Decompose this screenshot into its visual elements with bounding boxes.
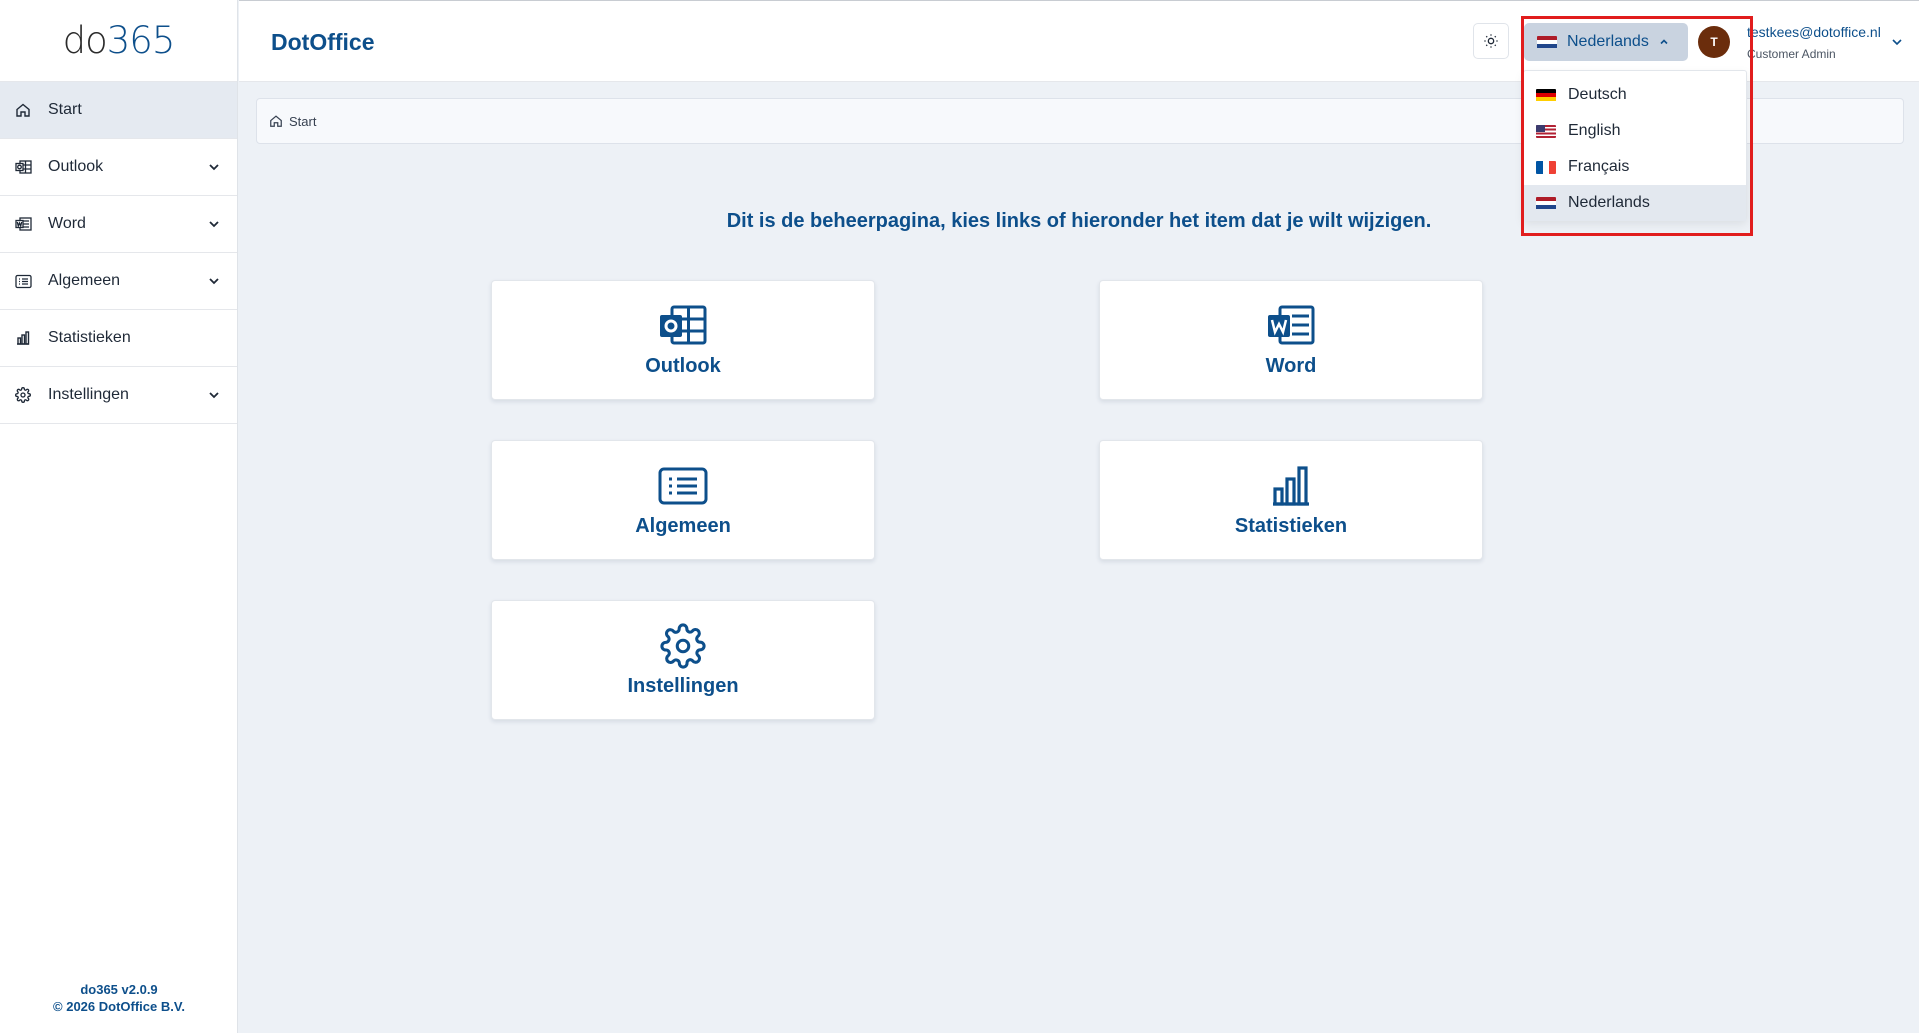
outlook-icon <box>14 158 32 176</box>
chevron-down-icon <box>209 392 219 399</box>
sidebar: do 365 Start Outlook Word Algemeen Statis… <box>0 0 238 1033</box>
theme-toggle-button[interactable] <box>1473 23 1509 59</box>
sidebar-item-label: Start <box>48 101 82 118</box>
tile-statistieken[interactable]: Statistieken <box>1099 440 1483 560</box>
sun-icon <box>1484 34 1498 48</box>
bar-chart-icon <box>14 329 32 347</box>
user-email[interactable]: testkees@dotoffice.nl <box>1747 24 1881 40</box>
user-role: Customer Admin <box>1747 47 1836 61</box>
logo-text-365: 365 <box>106 19 176 62</box>
sidebar-item-instellingen[interactable]: Instellingen <box>0 367 237 424</box>
logo-text-do: do <box>62 19 108 62</box>
app-logo[interactable]: do 365 <box>0 0 237 82</box>
word-icon <box>14 215 32 233</box>
tile-outlook[interactable]: Outlook <box>491 280 875 400</box>
language-option-english[interactable]: English <box>1524 113 1746 149</box>
language-dropdown-menu: Deutsch English Français Nederlands <box>1523 70 1747 221</box>
chevron-down-icon <box>209 221 219 228</box>
word-icon <box>1266 303 1316 349</box>
tile-label: Algemeen <box>635 514 731 537</box>
home-icon <box>270 115 282 127</box>
language-option-deutsch[interactable]: Deutsch <box>1524 77 1746 113</box>
gear-icon <box>658 622 708 669</box>
flag-fr-icon <box>1536 160 1556 174</box>
language-option-label: Nederlands <box>1568 194 1650 211</box>
breadcrumb-current[interactable]: Start <box>289 114 316 129</box>
flag-us-icon <box>1536 124 1556 138</box>
chevron-down-icon <box>209 164 219 171</box>
language-option-label: Français <box>1568 158 1630 175</box>
sidebar-item-word[interactable]: Word <box>0 196 237 253</box>
sidebar-item-label: Instellingen <box>48 386 129 403</box>
sidebar-item-label: Algemeen <box>48 272 121 289</box>
sidebar-footer: do365 v2.0.9 © 2026 DotOffice B.V. <box>0 981 238 1015</box>
language-option-francais[interactable]: Français <box>1524 149 1746 185</box>
sidebar-item-label: Statistieken <box>48 329 131 346</box>
tile-label: Outlook <box>645 354 721 377</box>
sidebar-item-label: Word <box>48 215 86 232</box>
tile-label: Word <box>1265 354 1317 377</box>
gear-icon <box>14 386 32 404</box>
tile-word[interactable]: Word <box>1099 280 1483 400</box>
list-icon <box>658 463 708 509</box>
sidebar-item-start[interactable]: Start <box>0 82 237 139</box>
avatar[interactable]: T <box>1698 26 1730 58</box>
tile-label: Statistieken <box>1234 514 1348 537</box>
flag-de-icon <box>1536 88 1556 102</box>
flag-nl-icon <box>1536 196 1556 210</box>
app-version: do365 v2.0.9 <box>80 982 158 997</box>
chevron-up-icon <box>1660 39 1668 45</box>
language-option-nederlands[interactable]: Nederlands <box>1524 185 1746 221</box>
sidebar-item-outlook[interactable]: Outlook <box>0 139 237 196</box>
home-icon <box>14 101 32 119</box>
tile-label: Instellingen <box>627 674 739 697</box>
brand-title: DotOffice <box>271 29 375 55</box>
copyright: © 2026 DotOffice B.V. <box>53 999 185 1014</box>
language-selected-label: Nederlands <box>1567 33 1649 50</box>
bar-chart-icon <box>1266 463 1316 509</box>
list-icon <box>14 272 32 290</box>
language-option-label: English <box>1568 122 1621 139</box>
flag-nl-icon <box>1537 35 1557 49</box>
language-option-label: Deutsch <box>1568 86 1627 103</box>
sidebar-item-label: Outlook <box>48 158 104 175</box>
chevron-down-icon <box>209 278 219 285</box>
tile-instellingen[interactable]: Instellingen <box>491 600 875 720</box>
sidebar-item-statistieken[interactable]: Statistieken <box>0 310 237 367</box>
sidebar-item-algemeen[interactable]: Algemeen <box>0 253 237 310</box>
tile-algemeen[interactable]: Algemeen <box>491 440 875 560</box>
language-selector-button[interactable]: Nederlands <box>1524 23 1688 61</box>
chevron-down-icon[interactable] <box>1890 35 1904 49</box>
outlook-icon <box>658 303 708 349</box>
